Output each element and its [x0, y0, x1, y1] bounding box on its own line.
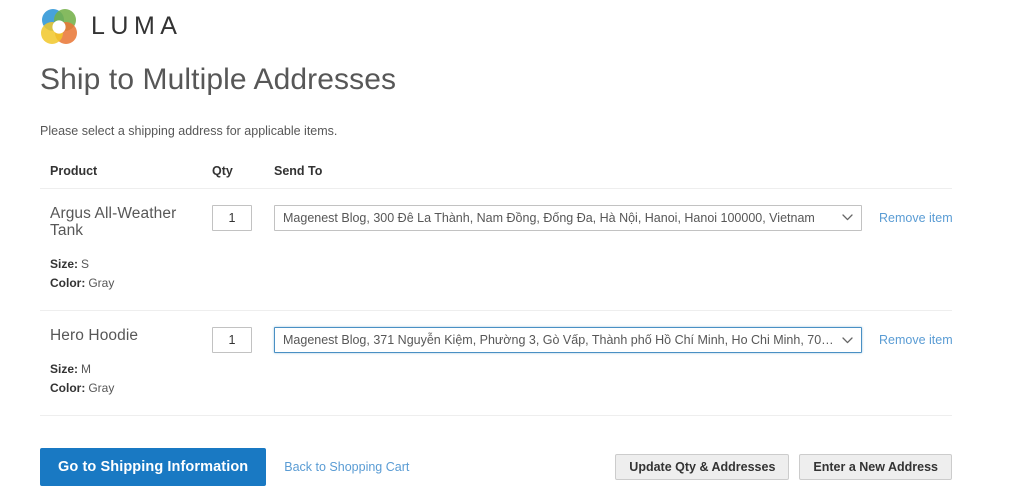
option-label: Color: — [50, 275, 86, 290]
ship-to-multiple-addresses-table: Product Qty Send To Argus All-Weather Ta… — [40, 163, 953, 417]
address-select-wrapper: Magenest Blog, 371 Nguyễn Kiệm, Phường 3… — [274, 327, 862, 354]
address-select[interactable]: Magenest Blog, 371 Nguyễn Kiệm, Phường 3… — [274, 327, 862, 354]
product-name: Argus All-Weather Tank — [50, 204, 177, 240]
remove-item-link[interactable]: Remove item — [879, 211, 953, 225]
actions-cell: Remove item — [867, 310, 953, 417]
qty-cell — [212, 310, 272, 417]
actions-cell: Remove item — [867, 188, 953, 312]
intro-note: Please select a shipping address for app… — [40, 124, 338, 138]
column-header-actions — [867, 163, 952, 189]
send-to-cell: Magenest Blog, 300 Đê La Thành, Nam Đồng… — [272, 188, 867, 312]
product-options: Size: M Color: Gray — [50, 360, 211, 397]
address-select[interactable]: Magenest Blog, 300 Đê La Thành, Nam Đồng… — [274, 204, 862, 231]
qty-input[interactable] — [212, 204, 252, 231]
address-select-wrapper: Magenest Blog, 300 Đê La Thành, Nam Đồng… — [274, 204, 862, 231]
product-option: Size: M — [50, 360, 211, 379]
table-body: Argus All-Weather Tank Size: S Color: Gray — [40, 188, 953, 417]
product-option: Size: S — [50, 255, 211, 274]
product-cell: Argus All-Weather Tank Size: S Color: Gray — [40, 188, 212, 312]
option-value: Gray — [88, 275, 115, 290]
option-label: Color: — [50, 380, 86, 395]
luma-rings-logo-icon — [40, 8, 78, 46]
actions-right-group: Update Qty & Addresses Enter a New Addre… — [615, 454, 952, 481]
column-header-send-to: Send To — [272, 163, 867, 189]
product-name: Hero Hoodie — [50, 327, 139, 345]
remove-item-link[interactable]: Remove item — [879, 333, 953, 347]
table-row: Argus All-Weather Tank Size: S Color: Gray — [40, 188, 953, 312]
column-header-qty: Qty — [212, 163, 272, 189]
product-options: Size: S Color: Gray — [50, 255, 211, 292]
send-to-cell: Magenest Blog, 371 Nguyễn Kiệm, Phường 3… — [272, 310, 867, 417]
page-title: Ship to Multiple Addresses — [40, 63, 397, 96]
go-to-shipping-information-button[interactable]: Go to Shipping Information — [40, 448, 267, 487]
update-qty-and-addresses-button[interactable]: Update Qty & Addresses — [615, 454, 790, 481]
option-value: Gray — [88, 380, 115, 395]
actions-bar: Go to Shipping Information Back to Shopp… — [40, 448, 952, 487]
qty-input[interactable] — [212, 327, 252, 354]
enter-a-new-address-button[interactable]: Enter a New Address — [799, 454, 952, 481]
option-value: S — [81, 257, 90, 272]
product-cell: Hero Hoodie Size: M Color: Gray — [40, 310, 212, 417]
back-to-shopping-cart-link[interactable]: Back to Shopping Cart — [284, 460, 409, 474]
actions-left-group: Go to Shipping Information Back to Shopp… — [40, 448, 409, 487]
option-label: Size: — [50, 362, 79, 377]
table-row: Hero Hoodie Size: M Color: Gray 1 Magene… — [40, 310, 953, 417]
page-container: LUMA Ship to Multiple Addresses Please s… — [0, 0, 1024, 487]
product-option: Color: Gray — [50, 274, 211, 293]
brand-wordmark: LUMA — [91, 11, 183, 40]
site-logo[interactable]: LUMA — [40, 0, 1024, 46]
option-label: Size: — [50, 257, 79, 272]
column-header-product: Product — [40, 163, 212, 189]
option-value: M — [81, 362, 92, 377]
table-header: Product Qty Send To — [40, 163, 952, 189]
qty-cell — [212, 188, 272, 312]
product-option: Color: Gray — [50, 379, 211, 398]
